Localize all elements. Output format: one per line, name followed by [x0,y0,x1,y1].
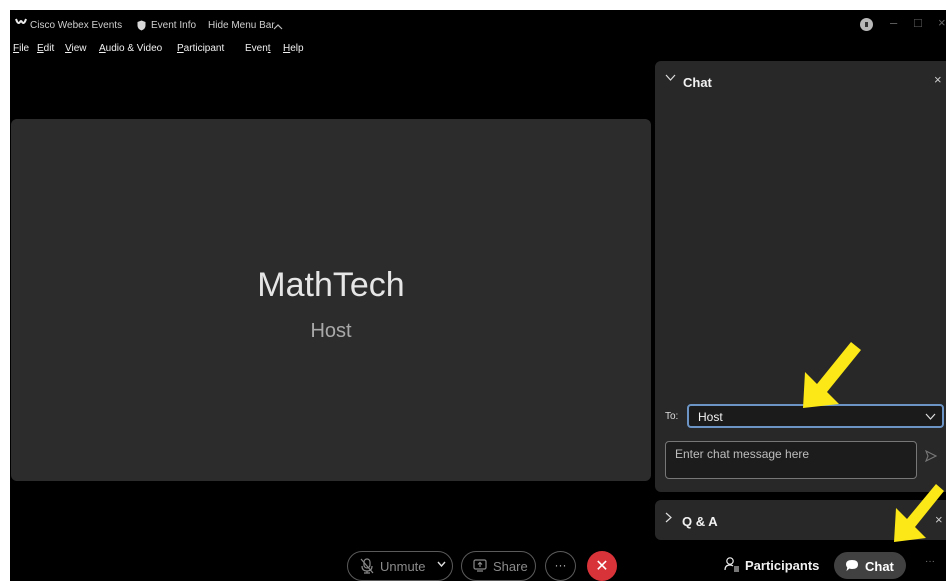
video-stage: MathTech Host [11,119,651,481]
chevron-down-icon[interactable] [665,74,676,81]
signal-status-icon[interactable] [860,18,873,31]
chat-panel-title[interactable]: Chat [683,75,712,90]
chevron-down-icon[interactable] [437,561,446,567]
minimize-button[interactable]: – [890,15,897,30]
participant-name: MathTech [257,266,405,304]
window-close-button[interactable]: × [938,15,946,30]
recipient-value: Host [698,410,723,424]
chat-bubble-icon [846,560,858,571]
chat-button[interactable]: Chat [834,552,906,579]
maximize-button[interactable]: □ [914,15,922,30]
participants-icon [724,557,739,572]
event-info-link[interactable]: Event Info [151,20,196,31]
webex-logo-icon [15,18,27,24]
annotation-arrow [894,484,944,542]
participants-label: Participants [745,558,820,573]
mic-muted-icon [360,558,374,574]
close-icon: ✕ [595,558,609,575]
menu-edit[interactable]: Edit [37,43,54,54]
share-screen-icon [473,559,487,572]
hide-menu-bar-button[interactable]: Hide Menu Bar [208,20,275,31]
shield-icon[interactable] [137,20,146,31]
send-button[interactable] [917,441,946,479]
chevron-down-icon [925,413,936,420]
chevron-right-icon[interactable] [665,512,672,523]
app-title: Cisco Webex Events [30,20,123,31]
send-icon [925,450,937,462]
to-label: To: [665,411,679,422]
menu-help[interactable]: Help [283,43,304,54]
chevron-up-icon[interactable] [273,24,283,30]
menu-participant[interactable]: Participant [177,43,224,54]
share-label: Share [493,559,528,574]
menu-audio-video[interactable]: Audio & Video [99,43,162,54]
annotation-arrow [803,342,861,408]
chat-panel-close-button[interactable]: × [934,72,942,87]
chat-panel: Chat × To: Host Enter chat message here [655,61,946,492]
chat-message-input[interactable]: Enter chat message here [665,441,917,479]
menu-event[interactable]: Event [245,43,271,54]
webex-window: Cisco Webex Events Event Info Hide Menu … [10,10,946,581]
chat-message-placeholder: Enter chat message here [675,447,810,461]
menu-view[interactable]: View [65,43,87,54]
share-button[interactable]: Share [461,551,536,581]
more-menu-button[interactable]: ··· [925,556,935,567]
unmute-label: Unmute [380,559,426,574]
menu-file[interactable]: File [13,43,29,54]
more-dots-icon: ··· [554,558,567,572]
qa-panel-title[interactable]: Q & A [682,514,718,529]
participant-role: Host [310,320,352,342]
title-bar: Cisco Webex Events Event Info Hide Menu … [10,10,946,40]
more-options-button[interactable]: ··· [545,551,576,581]
unmute-button[interactable]: Unmute [347,551,453,581]
chat-label: Chat [865,559,894,574]
end-call-button[interactable]: ✕ [587,551,617,581]
